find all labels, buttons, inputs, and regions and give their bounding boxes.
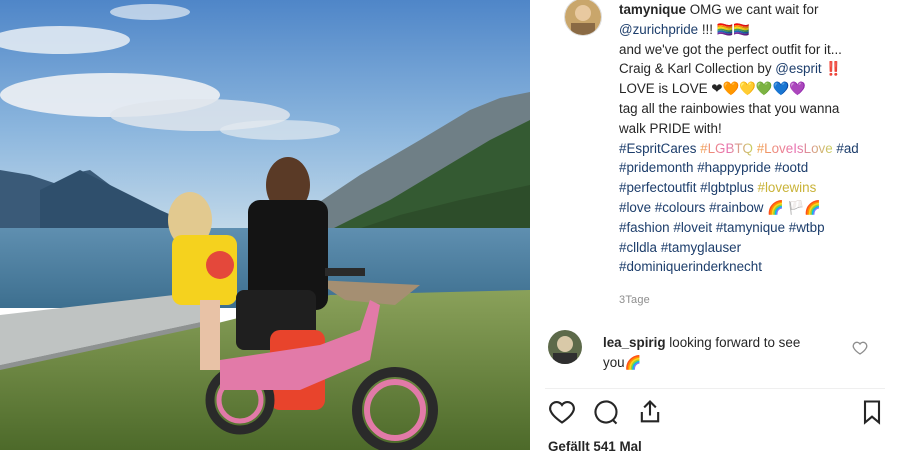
caption-text: tamynique OMG we cant wait for @zurichpr…	[619, 0, 900, 277]
caption-block: tamynique OMG we cant wait for @zurichpr…	[546, 0, 891, 320]
post-photo[interactable]	[0, 0, 530, 450]
hashtag-link[interactable]: #ootd	[775, 160, 809, 175]
hashtag-link[interactable]: #dominiquerinderknecht	[619, 259, 762, 274]
comment-username[interactable]: lea_spirig	[603, 335, 666, 350]
small-heart-icon[interactable]	[852, 340, 868, 356]
hashtag-link[interactable]: #tamynique	[716, 220, 785, 235]
comment-icon[interactable]	[592, 398, 620, 426]
comment-line: looking forward to see	[669, 335, 801, 350]
hashtag-link[interactable]: #rainbow	[709, 200, 763, 215]
comment-avatar[interactable]	[548, 330, 582, 364]
caption-line: !!! 🏳️‍🌈🏳️‍🌈	[698, 21, 751, 37]
divider	[545, 388, 885, 389]
hashtag-link[interactable]: #love	[619, 200, 651, 215]
post-username[interactable]: tamynique	[619, 2, 686, 17]
hashtag-link[interactable]: #happypride	[697, 160, 771, 175]
avatar[interactable]	[564, 0, 602, 36]
hashtag-link[interactable]: #LGBTQ	[700, 141, 753, 156]
caption-line: OMG we cant wait for	[689, 2, 819, 17]
action-bar	[548, 398, 888, 430]
hashtag-link[interactable]: #ad	[836, 141, 858, 156]
comment-text: lea_spirig looking forward to see you🌈	[603, 333, 843, 373]
hashtag-link[interactable]: #pridemonth	[619, 160, 693, 175]
hashtag-link[interactable]: #clldla	[619, 240, 657, 255]
heart-icon[interactable]	[548, 398, 576, 426]
mention-link[interactable]: @zurichpride	[619, 22, 698, 37]
hashtag-link[interactable]: #perfectoutfit	[619, 180, 696, 195]
hashtag-link[interactable]: #lgbtplus	[700, 180, 754, 195]
hashtag-link[interactable]: #fashion	[619, 220, 670, 235]
share-icon[interactable]	[636, 398, 664, 426]
caption-line: LOVE is LOVE ❤🧡💛💚💙💜	[619, 81, 806, 97]
hashtag-link[interactable]: #tamyglauser	[661, 240, 741, 255]
hashtag-link[interactable]: #LoveIsLove	[757, 141, 833, 156]
likes-count[interactable]: Gefällt 541 Mal	[548, 439, 642, 454]
caption-line: ‼️	[821, 61, 843, 77]
hashtag-link[interactable]: #wtbp	[789, 220, 825, 235]
post-timestamp[interactable]: 3Tage	[619, 294, 650, 306]
post-sidebar: tamynique OMG we cant wait for @zurichpr…	[530, 0, 900, 450]
hashtag-link[interactable]: #EspritCares	[619, 141, 696, 156]
caption-line: walk PRIDE with!	[619, 120, 722, 136]
caption-line: Craig & Karl Collection by	[619, 61, 776, 77]
mention-link[interactable]: @esprit	[775, 61, 821, 76]
rainbow-emoji: 🌈	[767, 199, 784, 215]
hashtag-link[interactable]: #lovewins	[758, 180, 817, 195]
flags-emoji: 🏳️🌈	[787, 199, 821, 215]
hashtag-link[interactable]: #loveit	[673, 220, 712, 235]
comment-line: you🌈	[603, 355, 642, 370]
caption-line: and we've got the perfect outfit for it.…	[619, 41, 842, 57]
bookmark-icon[interactable]	[858, 398, 886, 426]
caption-line: tag all the rainbowies that you wanna	[619, 100, 840, 116]
hashtag-link[interactable]: #colours	[655, 200, 706, 215]
